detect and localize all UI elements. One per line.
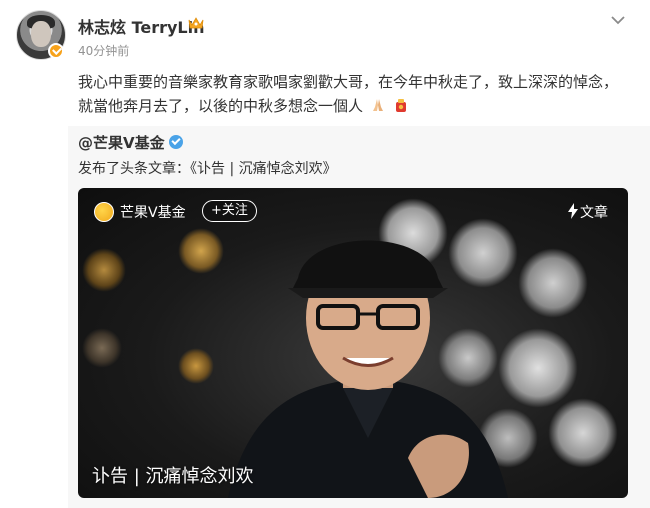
mooncake-gift-icon	[395, 99, 406, 112]
username[interactable]: 林志炫 TerryLin	[78, 14, 205, 38]
follow-button[interactable]: +关注	[202, 200, 257, 222]
card-account-name[interactable]: 芒果V基金	[120, 202, 186, 222]
post-body-line2-wrap: 就當他奔月去了，以後的中秋多想念一個人	[78, 94, 638, 118]
bokeh-light	[82, 328, 122, 368]
article-card[interactable]: 芒果V基金 +关注 文章 讣告 | 沉痛悼念刘欢	[78, 188, 628, 498]
article-tag: 文章	[580, 205, 608, 221]
post-body: 我心中重要的音樂家教育家歌唱家劉歡大哥，在今年中秋走了，致上深深的悼念， 就當他…	[78, 70, 638, 118]
verified-badge-icon	[48, 43, 64, 59]
repost-block[interactable]: @芒果V基金 发布了头条文章：《讣告 | 沉痛悼念刘欢》 芒果V基金 +关注 文…	[68, 126, 650, 508]
bokeh-light	[178, 348, 214, 384]
post-body-line1: 我心中重要的音樂家教育家歌唱家劉歡大哥，在今年中秋走了，致上深深的悼念，	[78, 73, 619, 91]
post-body-line2: 就當他奔月去了，以後的中秋多想念一個人	[78, 97, 364, 115]
blue-verified-icon	[168, 135, 183, 149]
timestamp[interactable]: 40分钟前	[78, 42, 129, 59]
repost-text: 发布了头条文章：《讣告 | 沉痛悼念刘欢》	[78, 161, 337, 177]
mango-logo-icon	[94, 202, 114, 222]
portrait-photo	[228, 240, 508, 498]
repost-author-name[interactable]: @芒果V基金	[78, 134, 165, 152]
weibo-post: 林志炫 TerryLin 40分钟前 我心中重要的音樂家教育家歌唱家劉歡大哥，在…	[0, 0, 650, 508]
praying-hands-icon	[372, 99, 383, 111]
bokeh-light	[518, 248, 588, 318]
article-title[interactable]: 讣告 | 沉痛悼念刘欢	[92, 462, 254, 488]
bokeh-light	[82, 248, 126, 292]
chevron-down-icon[interactable]	[610, 14, 626, 26]
bokeh-light	[548, 398, 618, 468]
lightning-icon	[568, 203, 578, 219]
repost-author[interactable]: @芒果V基金	[78, 132, 183, 153]
avatar-face	[31, 21, 51, 47]
crown-icon	[188, 17, 204, 29]
